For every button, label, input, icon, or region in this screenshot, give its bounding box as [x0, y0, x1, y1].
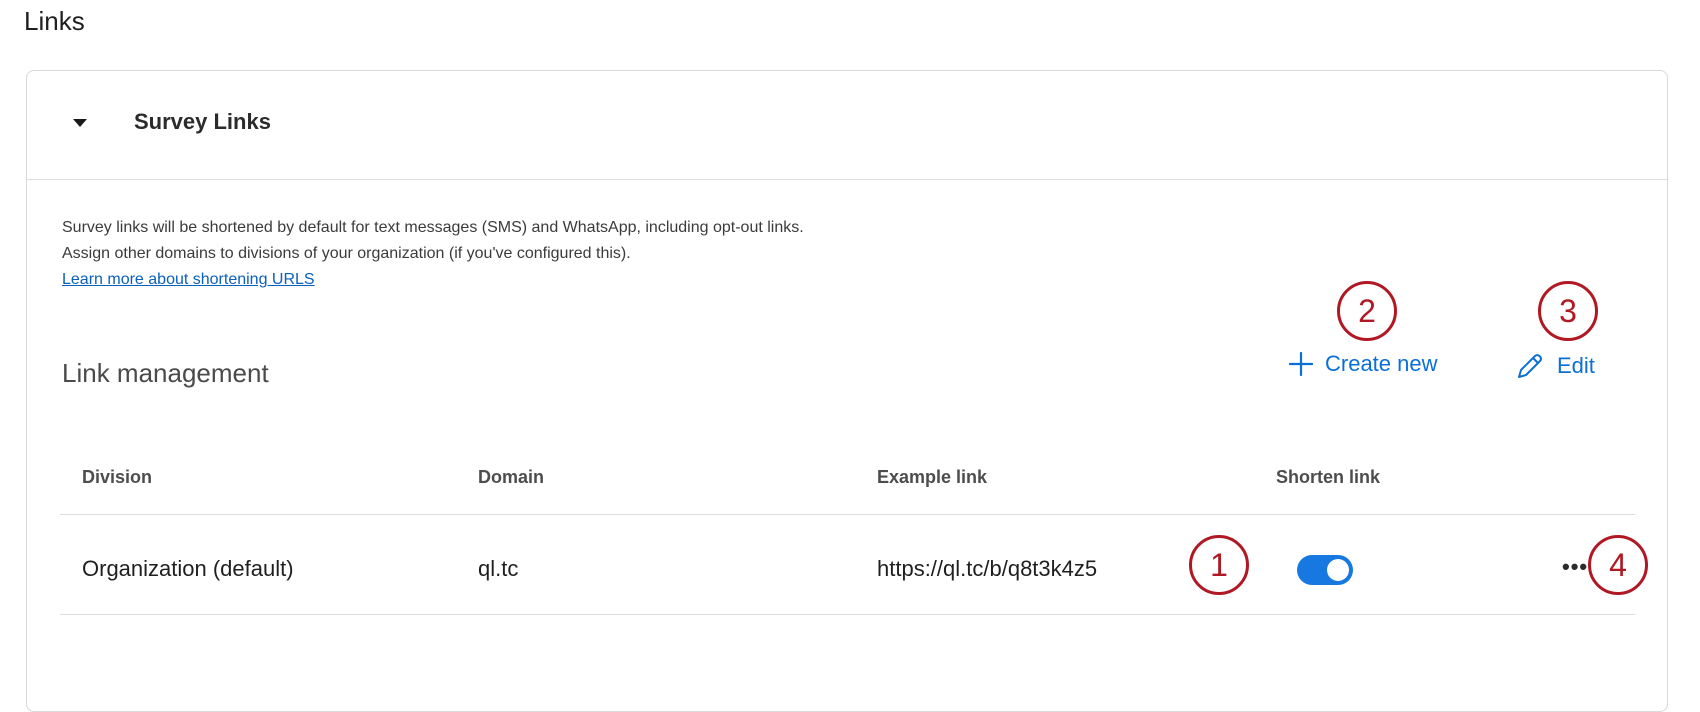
annotation-marker-3: 3	[1538, 281, 1598, 341]
cell-division: Organization (default)	[82, 556, 294, 581]
description-line-2: Assign other domains to divisions of you…	[62, 245, 631, 262]
annotation-marker-4: 4	[1588, 535, 1648, 595]
row-divider	[60, 614, 1635, 615]
edit-button[interactable]: Edit	[1515, 351, 1595, 381]
annotation-marker-2: 2	[1337, 281, 1397, 341]
create-new-button[interactable]: Create new	[1289, 351, 1438, 377]
toggle-knob	[1327, 559, 1349, 581]
column-header-domain: Domain	[478, 467, 545, 487]
cell-domain: ql.tc	[478, 556, 519, 581]
pencil-icon	[1515, 351, 1545, 381]
shorten-link-toggle[interactable]	[1297, 555, 1353, 585]
description-line-1: Survey links will be shortened by defaul…	[62, 219, 804, 236]
column-header-shorten-link: Shorten link	[1276, 467, 1381, 487]
annotation-marker-1: 1	[1189, 535, 1249, 595]
edit-label: Edit	[1557, 353, 1595, 378]
header-divider	[60, 514, 1635, 515]
caret-down-icon[interactable]	[73, 119, 87, 127]
learn-more-link[interactable]: Learn more about shortening URLS	[62, 271, 315, 289]
page-title: Links	[24, 6, 85, 36]
cell-example-link: https://ql.tc/b/q8t3k4z5	[877, 556, 1098, 581]
column-header-example-link: Example link	[877, 467, 988, 487]
column-header-division: Division	[82, 467, 153, 487]
survey-links-header[interactable]: Survey Links	[27, 71, 1667, 180]
plus-icon	[1289, 352, 1313, 376]
survey-links-card: Survey Links Survey links will be shorte…	[26, 70, 1668, 712]
create-new-label: Create new	[1325, 351, 1438, 376]
more-horizontal-icon[interactable]: •••	[1562, 554, 1588, 580]
survey-links-title: Survey Links	[134, 109, 271, 134]
link-management-title: Link management	[62, 358, 269, 388]
